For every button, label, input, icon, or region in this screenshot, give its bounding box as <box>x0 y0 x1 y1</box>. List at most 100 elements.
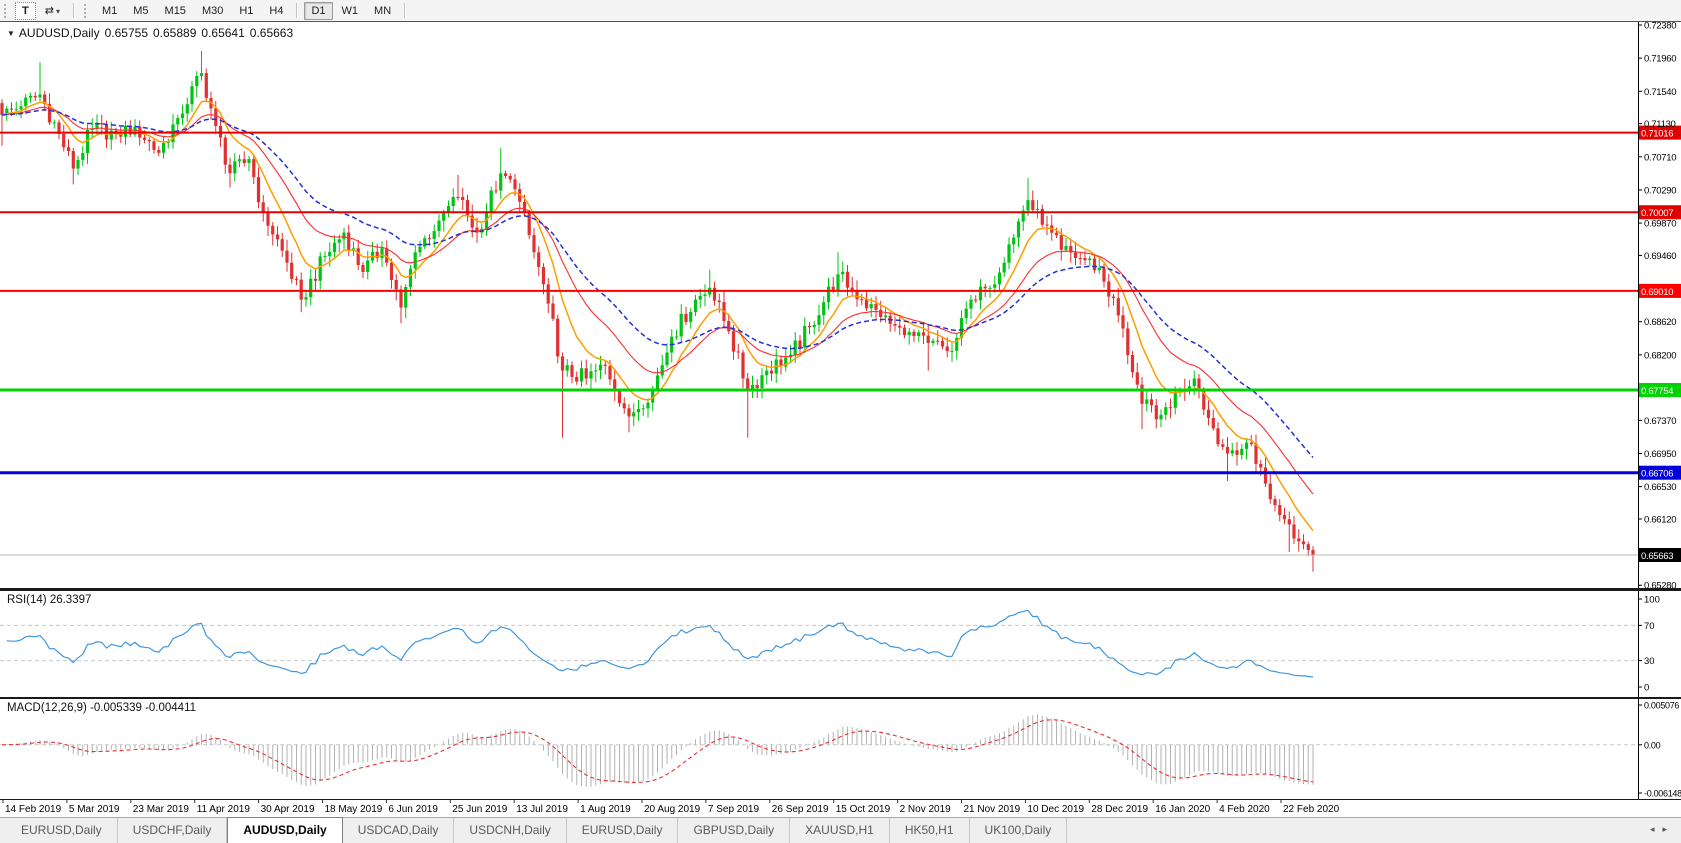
candle <box>1159 415 1162 420</box>
candle <box>53 122 56 123</box>
candle <box>874 304 877 310</box>
candle <box>1017 222 1020 238</box>
timeframe-h1-button[interactable]: H1 <box>232 2 260 20</box>
candle <box>841 272 844 275</box>
candle <box>623 403 626 408</box>
candle <box>1250 443 1253 444</box>
timeframe-m1-button[interactable]: M1 <box>95 2 124 20</box>
candle <box>214 108 217 126</box>
close-value: 0.65663 <box>250 26 293 40</box>
price-line-label: 0.71016 <box>1641 129 1673 140</box>
candle <box>1292 525 1295 539</box>
rsi-indicator-pane[interactable]: 10070300 <box>0 591 1681 697</box>
toolbar-gripper[interactable] <box>84 4 89 18</box>
macd-histogram <box>2 714 1313 787</box>
candle <box>1117 298 1120 315</box>
candle <box>304 297 307 299</box>
candle <box>1064 246 1067 250</box>
chart-tab-eurusd-daily[interactable]: EURUSD,Daily <box>567 818 679 843</box>
candle <box>1083 258 1086 260</box>
candle <box>271 226 274 235</box>
chart-tab-gbpusd-daily[interactable]: GBPUSD,Daily <box>678 818 790 843</box>
price-chart-pane[interactable]: 0.710160.700070.690100.677540.667060.723… <box>0 22 1681 588</box>
candle <box>665 353 668 366</box>
candle <box>509 176 512 179</box>
candle <box>1174 392 1177 408</box>
timeframe-h4-button[interactable]: H4 <box>262 2 290 20</box>
candle <box>124 126 127 137</box>
ma-fast-line <box>2 101 1313 531</box>
candle <box>414 252 417 268</box>
price-axis-label: 0.72380 <box>1644 22 1676 31</box>
candle <box>81 153 84 160</box>
candle <box>409 269 412 287</box>
chart-tab-usdcnh-daily[interactable]: USDCNH,Daily <box>454 818 566 843</box>
timeframe-m5-button[interactable]: M5 <box>126 2 155 20</box>
chart-tab-usdcad-daily[interactable]: USDCAD,Daily <box>343 818 455 843</box>
toolbar-separator <box>73 3 75 18</box>
candle <box>836 274 839 290</box>
candle <box>319 256 322 280</box>
candle <box>433 231 436 239</box>
chart-tab-uk100-daily[interactable]: UK100,Daily <box>970 818 1068 843</box>
tab-nav-right-icon[interactable]: ▸ <box>1662 824 1675 834</box>
candle <box>247 159 250 163</box>
date-axis-label: 20 Aug 2019 <box>644 804 701 815</box>
candle <box>922 332 925 335</box>
timeframe-mn-button[interactable]: MN <box>367 2 398 20</box>
candle <box>618 391 621 403</box>
candle <box>993 284 996 287</box>
candle <box>1169 407 1172 408</box>
candle <box>627 408 630 416</box>
candle <box>200 73 203 76</box>
timeframe-m30-button[interactable]: M30 <box>195 2 230 20</box>
candle <box>803 326 806 347</box>
timeframe-m15-button[interactable]: M15 <box>158 2 193 20</box>
candle <box>1278 505 1281 515</box>
date-axis-label: 13 Jul 2019 <box>516 804 568 815</box>
toolbar-gripper[interactable] <box>4 4 9 18</box>
date-axis-label: 26 Sep 2019 <box>772 804 829 815</box>
rsi-line <box>7 610 1313 677</box>
candle <box>642 408 645 409</box>
candle <box>1026 200 1029 210</box>
candle <box>10 109 13 110</box>
candle <box>561 356 564 370</box>
text-tool-button[interactable]: T <box>15 2 36 20</box>
timeframe-d1-button[interactable]: D1 <box>304 2 332 20</box>
macd-indicator-pane[interactable]: 0.0050760.00-0.006148 <box>0 699 1681 799</box>
candle <box>969 300 972 309</box>
chart-tab-audusd-daily[interactable]: AUDUSD,Daily <box>227 817 342 843</box>
chart-tab-eurusd-daily[interactable]: EURUSD,Daily <box>6 818 118 843</box>
arrows-tool-icon: ⇄ <box>45 5 54 17</box>
candle <box>1216 428 1219 444</box>
date-axis-label: 15 Oct 2019 <box>836 804 891 815</box>
tab-nav-left-icon[interactable]: ◂ <box>1650 824 1663 834</box>
candle <box>556 319 559 357</box>
one-click-trading-icon[interactable]: ▼ <box>7 29 15 38</box>
candle <box>490 190 493 211</box>
timeframe-w1-button[interactable]: W1 <box>335 2 366 20</box>
candle <box>822 302 825 315</box>
candle <box>699 296 702 300</box>
candle <box>390 263 393 280</box>
candle <box>1193 379 1196 387</box>
macd-axis-label: -0.006148 <box>1644 789 1681 799</box>
chart-tab-usdchf-daily[interactable]: USDCHF,Daily <box>118 818 228 843</box>
candle <box>1288 519 1291 524</box>
candle <box>860 299 863 300</box>
candle <box>727 321 730 331</box>
candle <box>646 403 649 409</box>
candle <box>1045 225 1048 226</box>
chart-tab-hk50-h1[interactable]: HK50,H1 <box>890 818 970 843</box>
candle <box>732 331 735 351</box>
candle <box>442 213 445 221</box>
chart-tab-xauusd-h1[interactable]: XAUUSD,H1 <box>790 818 890 843</box>
chart-title-overlay: ▼AUDUSD,Daily0.657550.658890.656410.6566… <box>7 26 293 40</box>
candle <box>295 279 298 280</box>
candle <box>927 336 930 343</box>
candle <box>0 103 3 115</box>
candle <box>865 300 868 309</box>
arrows-tool-button[interactable]: ⇄▾ <box>38 1 67 20</box>
date-axis-label: 5 Mar 2019 <box>69 804 120 815</box>
